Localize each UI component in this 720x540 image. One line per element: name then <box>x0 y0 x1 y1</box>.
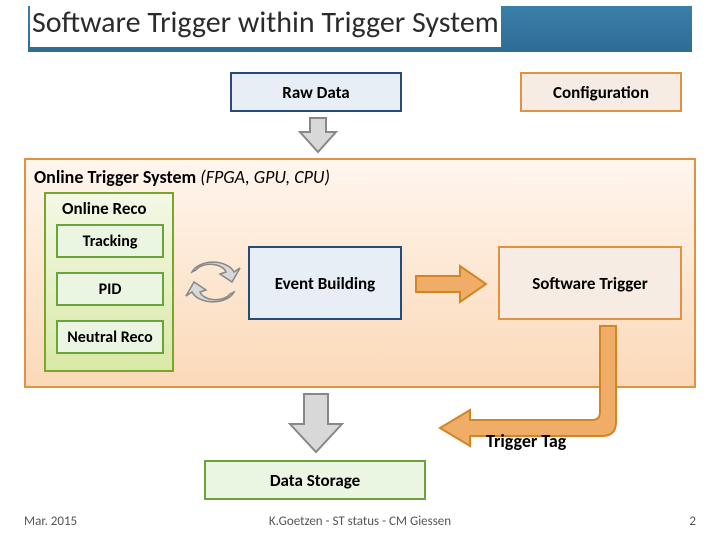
system-label-bold: Online Trigger System <box>34 166 196 188</box>
footer-center: K.Goetzen - ST status - CM Giessen <box>0 514 720 529</box>
arrow-right-icon <box>412 264 490 304</box>
page-title: Software Trigger within Trigger System <box>30 4 501 47</box>
arrow-bent-icon <box>432 324 622 444</box>
box-neutral-reco: Neutral Reco <box>56 320 164 354</box>
box-raw-data: Raw Data <box>230 72 402 112</box>
label-online-reco: Online Reco <box>62 198 147 219</box>
box-configuration: Configuration <box>520 72 682 112</box>
box-pid: PID <box>56 272 164 306</box>
footer-page-number: 2 <box>689 514 696 529</box>
box-event-building: Event Building <box>248 246 402 320</box>
system-label-italic: (FPGA, GPU, CPU) <box>200 166 330 188</box>
label-online-trigger-system: Online Trigger System (FPGA, GPU, CPU) <box>34 166 330 188</box>
arrow-down-icon <box>298 116 338 156</box>
cycle-arrows-icon <box>184 258 242 306</box>
box-software-trigger: Software Trigger <box>498 246 682 320</box>
box-data-storage: Data Storage <box>204 460 426 500</box>
arrow-down-large-icon <box>286 392 346 456</box>
box-tracking: Tracking <box>56 224 164 258</box>
label-trigger-tag: Trigger Tag <box>486 430 566 452</box>
